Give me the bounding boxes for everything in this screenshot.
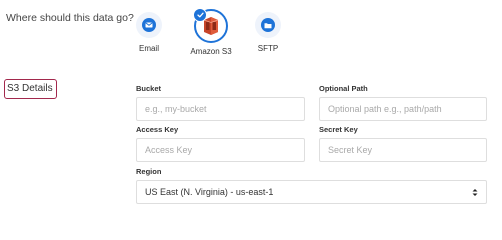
secret-key-label: Secret Key xyxy=(319,125,358,134)
bucket-label: Bucket xyxy=(136,84,162,93)
destination-question: Where should this data go? xyxy=(6,12,134,24)
region-selected-value: US East (N. Virginia) - us-east-1 xyxy=(145,187,274,197)
destination-label-email: Email xyxy=(138,44,159,53)
destination-label-amazon-s3: Amazon S3 xyxy=(190,47,232,56)
s3-details-heading: S3 Details xyxy=(4,79,57,99)
email-option-circle[interactable] xyxy=(136,12,162,38)
optional-path-input[interactable] xyxy=(319,97,487,121)
destination-option-email[interactable]: Email xyxy=(124,9,174,53)
amazon-s3-option-circle[interactable] xyxy=(193,8,228,43)
access-key-label: Access Key xyxy=(136,125,179,134)
destination-option-amazon-s3[interactable]: Amazon S3 xyxy=(186,8,236,56)
optional-path-label: Optional Path xyxy=(319,84,368,93)
destination-label-sftp: SFTP xyxy=(257,44,279,53)
secret-key-input[interactable] xyxy=(319,138,487,162)
selected-check-icon xyxy=(193,8,207,22)
email-icon xyxy=(142,18,156,32)
select-arrows-icon xyxy=(472,188,478,197)
region-label: Region xyxy=(136,167,162,176)
region-select[interactable]: US East (N. Virginia) - us-east-1 xyxy=(136,180,487,204)
destination-option-sftp[interactable]: SFTP xyxy=(243,9,293,53)
sftp-icon xyxy=(261,18,275,32)
sftp-option-circle[interactable] xyxy=(255,12,281,38)
access-key-input[interactable] xyxy=(136,138,305,162)
bucket-input[interactable] xyxy=(136,97,305,121)
export-destination-form: Where should this data go? Email Amazon … xyxy=(0,0,502,220)
